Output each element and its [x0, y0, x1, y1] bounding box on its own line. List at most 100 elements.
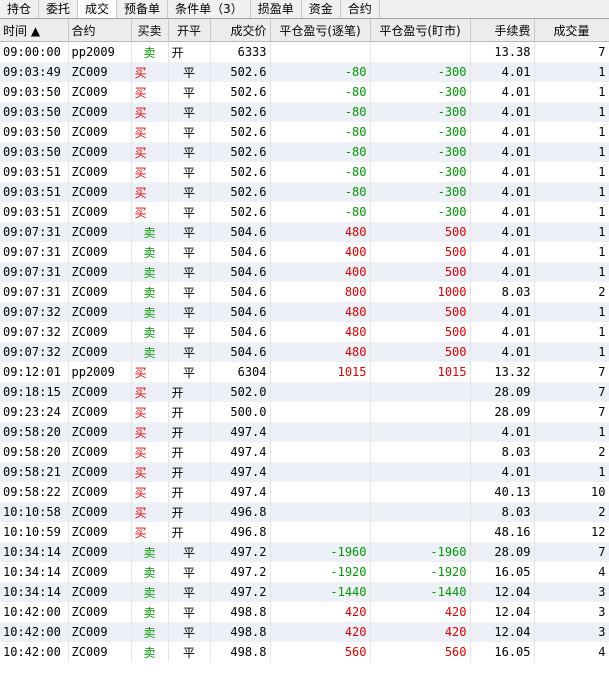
table-row[interactable]: 09:03:51 ZC009 买平 502.6 -80 -300 4.01 1	[0, 182, 609, 202]
cell-volume: 3	[534, 622, 609, 642]
table-row[interactable]: 09:03:50 ZC009 买平 502.6 -80 -300 4.01 1	[0, 82, 609, 102]
cell-price: 497.2	[210, 562, 271, 582]
tab-1[interactable]: 委托	[39, 0, 79, 18]
cell-pnl-trade	[270, 482, 371, 502]
cell-side: 卖	[131, 322, 169, 342]
cell-pnl-trade: 800	[270, 282, 371, 302]
cell-side: 卖	[131, 562, 169, 582]
table-row[interactable]: 09:03:51 ZC009 买平 502.6 -80 -300 4.01 1	[0, 162, 609, 182]
table-row[interactable]: 09:58:20 ZC009 买开 497.4 4.01 1	[0, 422, 609, 442]
cell-contract: ZC009	[68, 562, 132, 582]
table-row[interactable]: 09:03:50 ZC009 买平 502.6 -80 -300 4.01 1	[0, 102, 609, 122]
col-header-fee[interactable]: 手续费	[470, 19, 535, 42]
cell-time: 09:07:31	[0, 222, 69, 242]
table-row[interactable]: 09:12:01 pp2009 买平 6304 1015 1015 13.32 7	[0, 362, 609, 382]
cell-volume: 1	[534, 202, 609, 222]
cell-volume: 2	[534, 502, 609, 522]
table-row[interactable]: 10:34:14 ZC009 卖平 497.2 -1440 -1440 12.04 3	[0, 582, 609, 602]
cell-fee: 4.01	[470, 462, 535, 482]
trades-table: 时间 ▲ 合约 买卖 开平 成交价 平仓盈亏(逐笔) 平仓盈亏(盯市) 手续费 …	[0, 19, 609, 662]
cell-volume: 3	[534, 602, 609, 622]
table-row[interactable]: 09:58:22 ZC009 买开 497.4 40.13 10	[0, 482, 609, 502]
tab-7[interactable]: 合约	[341, 0, 380, 18]
table-row[interactable]: 09:03:50 ZC009 买平 502.6 -80 -300 4.01 1	[0, 142, 609, 162]
cell-open-close: 平	[168, 222, 211, 242]
table-row[interactable]: 09:23:24 ZC009 买开 500.0 28.09 7	[0, 402, 609, 422]
table-row[interactable]: 10:34:14 ZC009 卖平 497.2 -1920 -1920 16.05 4	[0, 562, 609, 582]
cell-volume: 1	[534, 342, 609, 362]
table-row[interactable]: 09:07:32 ZC009 卖平 504.6 480 500 4.01 1	[0, 342, 609, 362]
cell-fee: 8.03	[470, 442, 535, 462]
table-row[interactable]: 09:18:15 ZC009 买开 502.0 28.09 7	[0, 382, 609, 402]
tab-2[interactable]: 成交	[78, 0, 118, 18]
table-row[interactable]: 09:07:32 ZC009 卖平 504.6 480 500 4.01 1	[0, 302, 609, 322]
cell-price: 504.6	[210, 342, 271, 362]
table-row[interactable]: 09:58:20 ZC009 买开 497.4 8.03 2	[0, 442, 609, 462]
cell-pnl-trade: 400	[270, 242, 371, 262]
cell-side: 卖	[131, 41, 169, 62]
tab-4[interactable]: 条件单（3）	[168, 0, 251, 18]
table-row[interactable]: 10:42:00 ZC009 卖平 498.8 560 560 16.05 4	[0, 642, 609, 662]
col-header-time[interactable]: 时间 ▲	[0, 19, 69, 42]
cell-price: 498.8	[210, 642, 271, 662]
tab-5[interactable]: 损盈单	[251, 0, 302, 18]
cell-fee: 28.09	[470, 382, 535, 402]
cell-pnl-trade	[270, 462, 371, 482]
col-header-contract[interactable]: 合约	[68, 19, 132, 42]
cell-pnl-trade	[270, 402, 371, 422]
cell-pnl-market	[370, 402, 471, 422]
table-row[interactable]: 10:10:59 ZC009 买开 496.8 48.16 12	[0, 522, 609, 542]
table-row[interactable]: 09:03:49 ZC009 买平 502.6 -80 -300 4.01 1	[0, 62, 609, 82]
cell-pnl-market: -300	[370, 202, 471, 222]
col-header-price[interactable]: 成交价	[210, 19, 271, 42]
col-header-open-close[interactable]: 开平	[168, 19, 211, 42]
cell-price: 502.6	[210, 182, 271, 202]
cell-contract: ZC009	[68, 542, 132, 562]
table-row[interactable]: 09:07:31 ZC009 卖平 504.6 400 500 4.01 1	[0, 262, 609, 282]
col-header-pnl-market[interactable]: 平仓盈亏(盯市)	[370, 19, 471, 42]
table-row[interactable]: 09:07:31 ZC009 卖平 504.6 800 1000 8.03 2	[0, 282, 609, 302]
tab-3[interactable]: 预备单	[117, 0, 169, 18]
cell-price: 504.6	[210, 322, 271, 342]
cell-pnl-trade: -80	[270, 82, 371, 102]
table-row[interactable]: 09:58:21 ZC009 买开 497.4 4.01 1	[0, 462, 609, 482]
cell-fee: 4.01	[470, 102, 535, 122]
cell-price: 500.0	[210, 402, 271, 422]
cell-pnl-market: -1440	[370, 582, 471, 602]
col-header-pnl-trade[interactable]: 平仓盈亏(逐笔)	[270, 19, 371, 42]
cell-volume: 1	[534, 142, 609, 162]
cell-price: 498.8	[210, 622, 271, 642]
cell-open-close: 开	[168, 482, 211, 502]
table-row[interactable]: 09:07:32 ZC009 卖平 504.6 480 500 4.01 1	[0, 322, 609, 342]
table-row[interactable]: 10:10:58 ZC009 买开 496.8 8.03 2	[0, 502, 609, 522]
table-row[interactable]: 09:03:50 ZC009 买平 502.6 -80 -300 4.01 1	[0, 122, 609, 142]
cell-side: 买	[131, 202, 169, 222]
cell-side: 买	[131, 122, 169, 142]
col-header-side[interactable]: 买卖	[131, 19, 169, 42]
cell-volume: 4	[534, 562, 609, 582]
cell-fee: 4.01	[470, 322, 535, 342]
cell-pnl-market: 1000	[370, 282, 471, 302]
cell-side: 买	[131, 162, 169, 182]
table-row[interactable]: 10:42:00 ZC009 卖平 498.8 420 420 12.04 3	[0, 602, 609, 622]
cell-price: 502.6	[210, 162, 271, 182]
table-row[interactable]: 09:07:31 ZC009 卖平 504.6 480 500 4.01 1	[0, 222, 609, 242]
cell-time: 09:07:31	[0, 262, 69, 282]
table-row[interactable]: 10:34:14 ZC009 卖平 497.2 -1960 -1960 28.09 7	[0, 542, 609, 562]
cell-contract: ZC009	[68, 382, 132, 402]
cell-contract: pp2009	[68, 362, 132, 382]
tab-6[interactable]: 资金	[302, 0, 341, 18]
cell-volume: 1	[534, 62, 609, 82]
col-header-volume[interactable]: 成交量	[534, 19, 609, 42]
cell-pnl-market	[370, 41, 471, 62]
table-row[interactable]: 09:03:51 ZC009 买平 502.6 -80 -300 4.01 1	[0, 202, 609, 222]
cell-price: 502.0	[210, 382, 271, 402]
cell-open-close: 平	[168, 322, 211, 342]
table-row[interactable]: 09:00:00 pp2009 卖开 6333 13.38 7	[0, 41, 609, 62]
table-row[interactable]: 09:07:31 ZC009 卖平 504.6 400 500 4.01 1	[0, 242, 609, 262]
table-row[interactable]: 10:42:00 ZC009 卖平 498.8 420 420 12.04 3	[0, 622, 609, 642]
cell-fee: 4.01	[470, 182, 535, 202]
cell-open-close: 平	[168, 142, 211, 162]
cell-time: 09:07:31	[0, 282, 69, 302]
tab-0[interactable]: 持仓	[0, 0, 40, 18]
